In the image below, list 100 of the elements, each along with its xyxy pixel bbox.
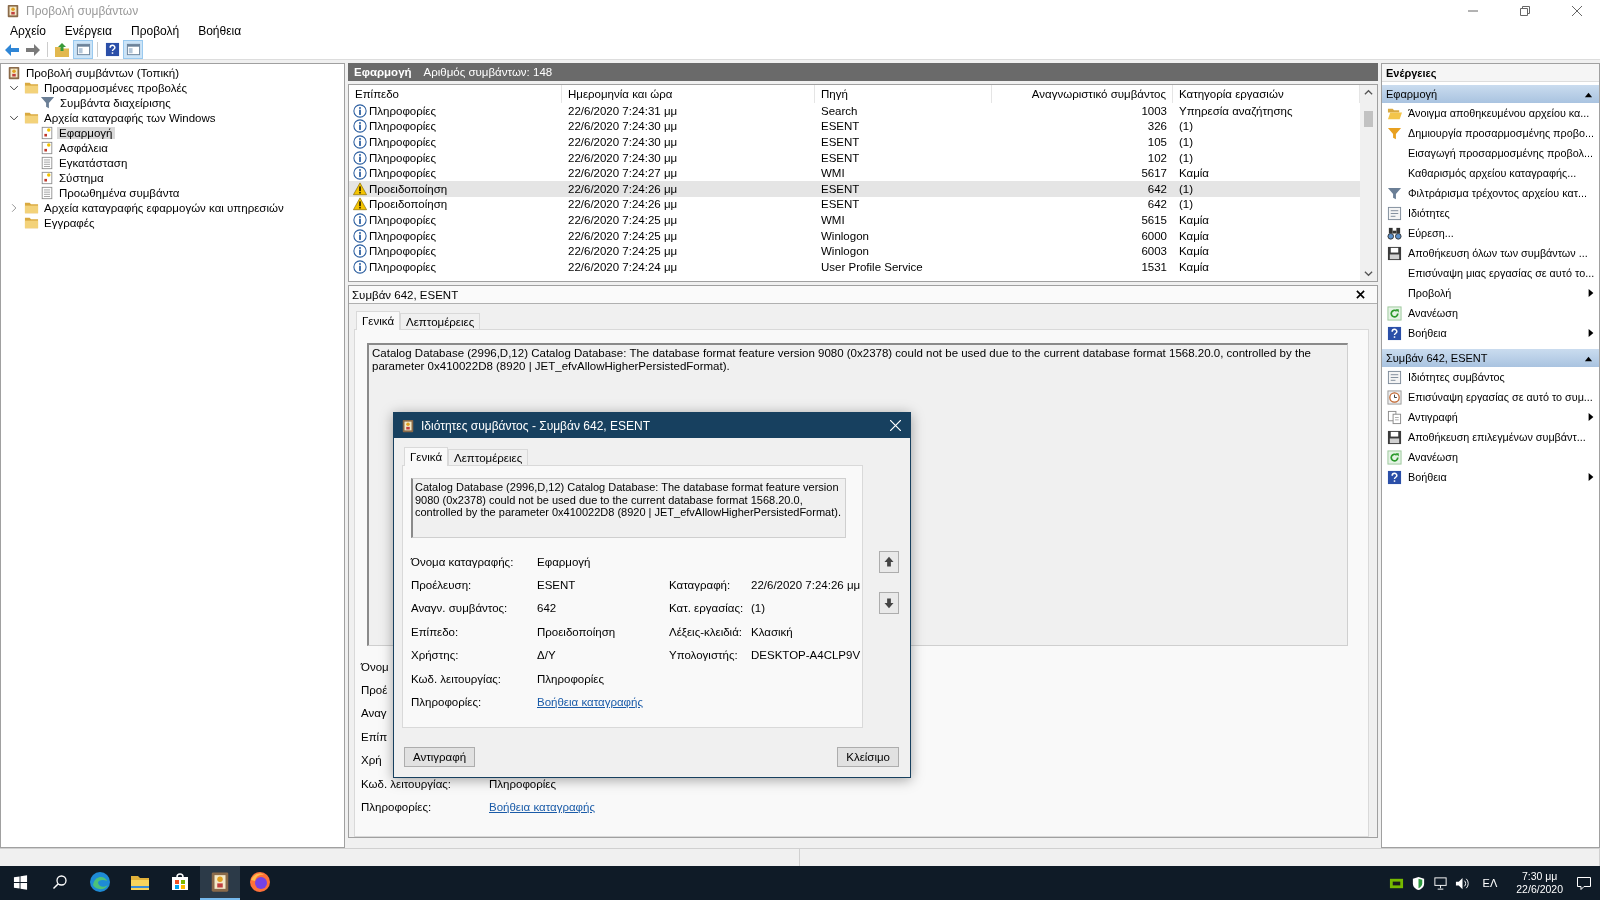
tab[interactable]: Λεπτομέρειες — [448, 449, 529, 466]
previous-event-button[interactable] — [879, 551, 899, 573]
dialog-title: Ιδιότητες συμβάντος - Συμβάν 642, ESENT — [421, 418, 651, 433]
action-item[interactable]: Ιδιότητες — [1408, 207, 1595, 219]
dialog-button[interactable]: Κλείσιμο — [837, 747, 899, 767]
column-header[interactable]: Πηγή — [815, 85, 992, 103]
field-label: Όνομ — [361, 660, 389, 673]
menu-item[interactable]: Προβολή — [128, 24, 182, 38]
field-label: Λέξεις-κλειδιά: — [669, 625, 742, 638]
tree-item[interactable]: Ασφάλεια — [57, 141, 110, 154]
tree-item[interactable]: Αρχεία καταγραφής των Windows — [42, 111, 218, 124]
refresh-icon — [1387, 449, 1402, 465]
action-item[interactable]: Καθαρισμός αρχείου καταγραφής... — [1408, 167, 1595, 179]
field-label: Επίπ — [361, 730, 388, 743]
next-event-button[interactable] — [879, 592, 899, 614]
action-item[interactable]: Ανανέωση — [1408, 307, 1595, 319]
help-link[interactable]: Βοήθεια καταγραφής — [489, 801, 595, 814]
action-item[interactable]: Αντιγραφή — [1408, 411, 1581, 423]
language-indicator[interactable]: ΕΛ — [1476, 877, 1504, 889]
action-item[interactable]: Αποθήκευση επιλεγμένων συμβάντ... — [1408, 431, 1595, 443]
action-item[interactable]: Εύρεση... — [1408, 227, 1595, 239]
tree-item[interactable]: Συμβάντα διαχείρισης — [58, 96, 173, 109]
tree-item[interactable]: Προωθημένα συμβάντα — [57, 186, 182, 199]
table-cell: Πληροφορίες — [369, 104, 436, 117]
section-header[interactable]: Εφαρμογή — [1382, 85, 1599, 103]
tree-item[interactable]: Εφαρμογή — [57, 126, 115, 139]
section-header[interactable]: Συμβάν 642, ESENT — [1382, 349, 1599, 367]
window-title: Προβολή συμβάντων — [26, 4, 140, 18]
clock-time[interactable]: 7:30 μμ — [1521, 870, 1558, 883]
log-book-icon — [209, 871, 231, 893]
table-row[interactable]: Πληροφορίες 22/6/2020 7:24:25 μμ Winlogon 6000 Καμία — [349, 227, 1360, 244]
column-header[interactable]: Αναγνωριστικό συμβάντος — [992, 85, 1173, 103]
menu-item[interactable]: Αρχείο — [8, 24, 48, 38]
column-header[interactable]: Επίπεδο — [349, 85, 562, 103]
field-label: Καταγραφή: — [669, 579, 731, 592]
table-row[interactable]: Πληροφορίες 22/6/2020 7:24:30 μμ ESENT 105 (1) — [349, 134, 1360, 150]
action-item[interactable]: Ανανέωση — [1408, 451, 1595, 463]
table-cell-text: ESENT — [820, 198, 861, 211]
taskbar-app[interactable] — [200, 866, 240, 900]
action-item[interactable]: Βοήθεια — [1408, 327, 1581, 339]
table-cell-text: ESENT — [820, 182, 861, 195]
table-cell-text: 22/6/2020 7:24:27 μμ — [567, 167, 679, 180]
scrollbar[interactable] — [1360, 85, 1377, 281]
table-cell-text: Search — [820, 104, 859, 117]
dialog-button[interactable]: Αντιγραφή — [404, 747, 476, 767]
scroll-thumb[interactable] — [1364, 111, 1373, 127]
tab[interactable]: Λεπτομέρειες — [400, 313, 481, 330]
tab[interactable]: Γενικά — [356, 311, 401, 330]
table-cell: Πληροφορίες — [369, 167, 436, 180]
browser-icon — [89, 871, 111, 893]
list-document-icon — [40, 185, 54, 200]
table-row[interactable]: Πληροφορίες 22/6/2020 7:24:30 μμ ESENT 326 (1) — [349, 118, 1360, 135]
field-label: Κωδ. λειτουργίας: — [411, 672, 502, 685]
close-button[interactable] — [1353, 287, 1367, 302]
toolbar-button[interactable] — [73, 40, 93, 59]
info-icon — [353, 259, 367, 274]
info-icon — [353, 135, 367, 149]
table-row[interactable]: Πληροφορίες 22/6/2020 7:24:25 μμ Winlogon 6003 Καμία — [349, 243, 1360, 259]
action-item[interactable]: Αποθήκευση όλων των συμβάντων ... — [1408, 247, 1595, 259]
action-item[interactable]: Επισύναψη εργασίας σε αυτό το συμ... — [1408, 391, 1595, 403]
clock-date[interactable]: 22/6/2020 — [1516, 883, 1563, 896]
field-value: Κλασική — [751, 625, 793, 638]
table-row[interactable]: Πληροφορίες 22/6/2020 7:24:27 μμ WMI 5617 Καμία — [349, 165, 1360, 181]
toolbar-button[interactable] — [123, 40, 143, 59]
table-cell-text: 22/6/2020 7:24:26 μμ — [567, 182, 679, 195]
table-cell-text: ESENT — [820, 136, 861, 148]
menu-item[interactable]: Ενέργεια — [62, 24, 114, 38]
table-row[interactable]: Πληροφορίες 22/6/2020 7:24:30 μμ ESENT 102 (1) — [349, 149, 1360, 166]
tree-item[interactable]: Αρχεία καταγραφής εφαρμογών και υπηρεσιών — [42, 201, 286, 214]
table-row[interactable]: Πληροφορίες 22/6/2020 7:24:31 μμ Search 1003 Υπηρεσία αναζήτησης — [349, 103, 1360, 119]
tree-item[interactable]: Προσαρμοσμένες προβολές — [42, 81, 190, 94]
toolbar-button[interactable] — [52, 40, 72, 59]
tree-item[interactable]: Προβολή συμβάντων (Τοπική) — [24, 66, 181, 79]
column-header[interactable]: Ημερομηνία και ώρα — [562, 85, 815, 103]
action-item[interactable]: Δημιουργία προσαρμοσμένης προβο... — [1408, 127, 1595, 139]
action-item[interactable]: Βοήθεια — [1408, 471, 1581, 483]
field-label: Κατ. εργασίας: — [669, 602, 744, 615]
menu-item[interactable]: Βοήθεια — [196, 24, 244, 38]
table-cell-text: 326 — [1146, 120, 1168, 133]
help-link[interactable]: Βοήθεια καταγραφής — [537, 696, 643, 709]
section-title: Εφαρμογή — [1386, 88, 1438, 100]
event-count: Αριθμός συμβάντων: 148 — [423, 66, 553, 78]
action-item[interactable]: Ιδιότητες συμβάντος — [1408, 371, 1595, 383]
table-row[interactable]: Προειδοποίηση 22/6/2020 7:24:26 μμ ESENT 642 (1) — [349, 196, 1360, 213]
action-item[interactable]: Φιλτράρισμα τρέχοντος αρχείου κατ... — [1408, 187, 1595, 199]
action-item[interactable]: Άνοιγμα αποθηκευμένου αρχείου κα... — [1408, 107, 1595, 119]
action-item[interactable]: Επισύναψη μιας εργασίας σε αυτό το... — [1408, 267, 1595, 279]
table-row[interactable]: Πληροφορίες 22/6/2020 7:24:25 μμ WMI 5615 Καμία — [349, 212, 1360, 228]
tree-item[interactable]: Εγγραφές — [42, 216, 97, 229]
table-row[interactable]: Πληροφορίες 22/6/2020 7:24:24 μμ User Profile Service 1531 Καμία — [349, 258, 1360, 275]
close-icon — [1355, 290, 1365, 299]
action-item[interactable]: Εισαγωγή προσαρμοσμένης προβολ... — [1408, 147, 1595, 159]
table-row[interactable]: Προειδοποίηση 22/6/2020 7:24:26 μμ ESENT 642 (1) — [349, 180, 1360, 197]
tree-item[interactable]: Σύστημα — [57, 171, 106, 184]
tab[interactable]: Γενικά — [404, 447, 449, 466]
log-book-icon — [6, 4, 20, 18]
action-item[interactable]: Προβολή — [1408, 287, 1581, 299]
info-icon — [353, 119, 367, 134]
tree-item[interactable]: Εγκατάσταση — [57, 156, 130, 169]
shield-icon — [1410, 875, 1426, 891]
